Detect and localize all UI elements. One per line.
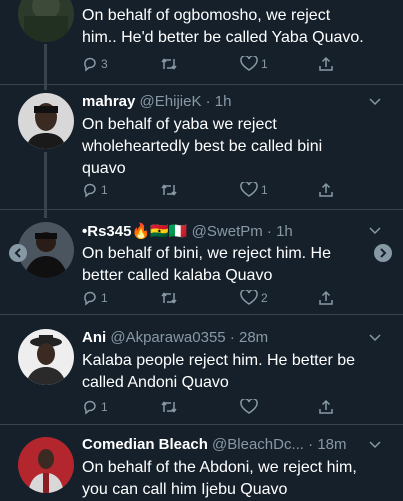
user-handle[interactable]: @Akparawa0355 [110, 329, 225, 346]
avatar[interactable] [18, 0, 74, 42]
carousel-prev-icon [14, 248, 21, 258]
reply-button[interactable]: 3 [82, 56, 108, 72]
share-icon [319, 56, 333, 71]
share-icon [319, 290, 333, 305]
reply-icon [84, 400, 96, 415]
tweet-text: On behalf of ogbomosho, we reject him.. … [82, 7, 364, 46]
tweet-actions: 1 2 [82, 290, 342, 310]
reply-icon [84, 291, 96, 306]
timestamp[interactable]: · 28m [230, 329, 268, 346]
tweet-text: Kalaba people reject him. He better be c… [82, 352, 356, 391]
retweet-button[interactable] [160, 56, 181, 72]
avatar[interactable] [18, 329, 74, 385]
tweet-actions: 3 1 [82, 56, 342, 76]
tweet-text: On behalf of the Abdoni, we reject him, … [82, 459, 357, 498]
avatar[interactable] [18, 437, 74, 493]
chevron-down-icon[interactable] [369, 441, 381, 449]
reply-button[interactable]: 1 [82, 290, 108, 306]
timestamp[interactable]: · 1h [267, 223, 293, 240]
tweet-header: Comedian Bleach @BleachDc... · 18m [82, 436, 347, 453]
user-handle[interactable]: @SwetPm [192, 223, 263, 240]
retweet-icon [161, 292, 177, 304]
tweet-header: mahray @EhijieK · 1h [82, 93, 232, 110]
tweet-actions: 1 [82, 399, 342, 419]
share-icon [319, 399, 333, 414]
reply-icon [84, 183, 96, 198]
timestamp[interactable]: · 18m [308, 436, 346, 453]
like-button[interactable] [240, 399, 261, 415]
like-icon [240, 399, 258, 414]
user-handle[interactable]: @EhijieK [140, 93, 202, 110]
share-button[interactable] [318, 290, 334, 306]
display-name[interactable]: •Rs345🔥🇬🇭🇮🇹 [82, 223, 187, 240]
reply-button[interactable]: 1 [82, 399, 108, 415]
tweet[interactable]: Ani @Akparawa0355 · 28m Kalaba people re… [0, 315, 403, 425]
like-icon [240, 290, 258, 305]
display-name[interactable]: Comedian Bleach [82, 436, 208, 453]
display-name[interactable]: Ani [82, 329, 106, 346]
share-button[interactable] [318, 182, 334, 198]
avatar[interactable] [18, 93, 74, 149]
tweet[interactable]: On behalf of ogbomosho, we reject him.. … [0, 0, 403, 85]
retweet-icon [161, 401, 177, 413]
share-icon [319, 182, 333, 197]
retweet-button[interactable] [160, 182, 181, 198]
retweet-button[interactable] [160, 399, 181, 415]
carousel-next-icon [380, 248, 387, 258]
reply-button[interactable]: 1 [82, 182, 108, 198]
chevron-down-icon[interactable] [369, 98, 381, 106]
tweet-header: Ani @Akparawa0355 · 28m [82, 329, 268, 346]
timestamp[interactable]: · 1h [206, 93, 232, 110]
like-icon [240, 182, 258, 197]
like-button[interactable]: 1 [240, 182, 268, 198]
tweet[interactable]: mahray @EhijieK · 1h On behalf of yaba w… [0, 85, 403, 210]
carousel-next-button[interactable] [374, 244, 392, 262]
display-name[interactable]: mahray [82, 93, 135, 110]
chevron-down-icon[interactable] [369, 334, 381, 342]
share-button[interactable] [318, 56, 334, 72]
retweet-button[interactable] [160, 290, 181, 306]
tweet-text: On behalf of bini, we reject him. He bet… [82, 245, 332, 284]
chevron-down-icon[interactable] [369, 227, 381, 235]
user-handle[interactable]: @BleachDc... [212, 436, 304, 453]
like-button[interactable]: 2 [240, 290, 268, 306]
like-icon [240, 56, 258, 71]
tweet-header: •Rs345🔥🇬🇭🇮🇹 @SwetPm · 1h [82, 222, 293, 240]
tweet-actions: 1 1 [82, 182, 342, 202]
tweet[interactable]: Comedian Bleach @BleachDc... · 18m On be… [0, 425, 403, 500]
share-button[interactable] [318, 399, 334, 415]
retweet-icon [161, 184, 177, 196]
reply-icon [84, 57, 96, 72]
retweet-icon [161, 58, 177, 70]
like-button[interactable]: 1 [240, 56, 268, 72]
tweet-text: On behalf of yaba we reject wholehearted… [82, 116, 323, 177]
tweet[interactable]: •Rs345🔥🇬🇭🇮🇹 @SwetPm · 1h On behalf of bi… [0, 210, 403, 315]
carousel-prev-button[interactable] [9, 244, 27, 262]
